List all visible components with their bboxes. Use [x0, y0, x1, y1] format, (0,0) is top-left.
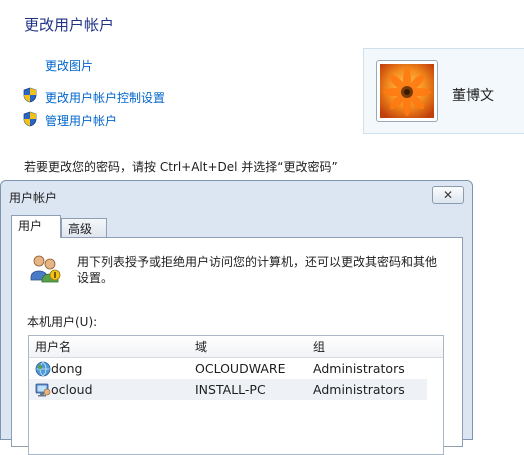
group-cell: Administrators	[313, 361, 405, 376]
uac-settings-link[interactable]: 更改用户帐户控制设置	[45, 89, 165, 106]
close-button[interactable]: ✕	[432, 186, 464, 204]
column-header-username[interactable]: 用户名	[29, 336, 189, 358]
current-user-name: 董博文	[452, 88, 494, 104]
column-header-domain[interactable]: 域	[189, 336, 307, 358]
domain-cell: INSTALL-PC	[195, 382, 266, 397]
manage-accounts-shield-icon	[23, 111, 37, 127]
user-accounts-dialog: 用户帐户 ✕ 用户 高级 用下列表授予或拒绝用户访问您的计算机，还可以更改其密码…	[0, 180, 473, 455]
domain-user-icon	[35, 361, 51, 377]
uac-shield-icon	[23, 87, 37, 103]
tab-users[interactable]: 用户	[11, 215, 61, 238]
username-cell: dong	[51, 361, 83, 376]
username-cell: ocloud	[51, 382, 93, 397]
change-picture-link[interactable]: 更改图片	[45, 57, 93, 74]
users-icon	[30, 255, 61, 283]
password-hint: 若要更改您的密码，请按 Ctrl+Alt+Del 并选择“更改密码”	[24, 160, 338, 174]
avatar[interactable]	[376, 60, 438, 122]
flower-avatar-icon	[380, 64, 434, 118]
dialog-title: 用户帐户	[9, 191, 58, 205]
group-cell: Administrators	[313, 382, 405, 397]
table-row[interactable]: ocloud INSTALL-PC Administrators	[29, 379, 427, 400]
domain-cell: OCLOUDWARE	[195, 361, 286, 376]
column-header-group[interactable]: 组	[307, 336, 427, 358]
close-icon: ✕	[442, 188, 454, 202]
local-users-label: 本机用户(U):	[27, 315, 98, 329]
users-list[interactable]: 用户名 域 组 dong OCLOUDWARE Administrators o…	[28, 335, 444, 455]
tab-advanced[interactable]: 高级	[61, 218, 107, 238]
page-title: 更改用户帐户	[24, 16, 115, 34]
table-row[interactable]: dong OCLOUDWARE Administrators	[29, 358, 427, 379]
current-user-card: 董博文	[363, 48, 524, 134]
manage-accounts-link[interactable]: 管理用户帐户	[45, 112, 117, 129]
dialog-description: 用下列表授予或拒绝用户访问您的计算机，还可以更改其密码和其他设置。	[77, 255, 438, 285]
column-header-filler	[427, 336, 443, 358]
local-user-icon	[35, 383, 51, 397]
users-tab-panel: 用下列表授予或拒绝用户访问您的计算机，还可以更改其密码和其他设置。 本机用户(U…	[11, 237, 463, 455]
